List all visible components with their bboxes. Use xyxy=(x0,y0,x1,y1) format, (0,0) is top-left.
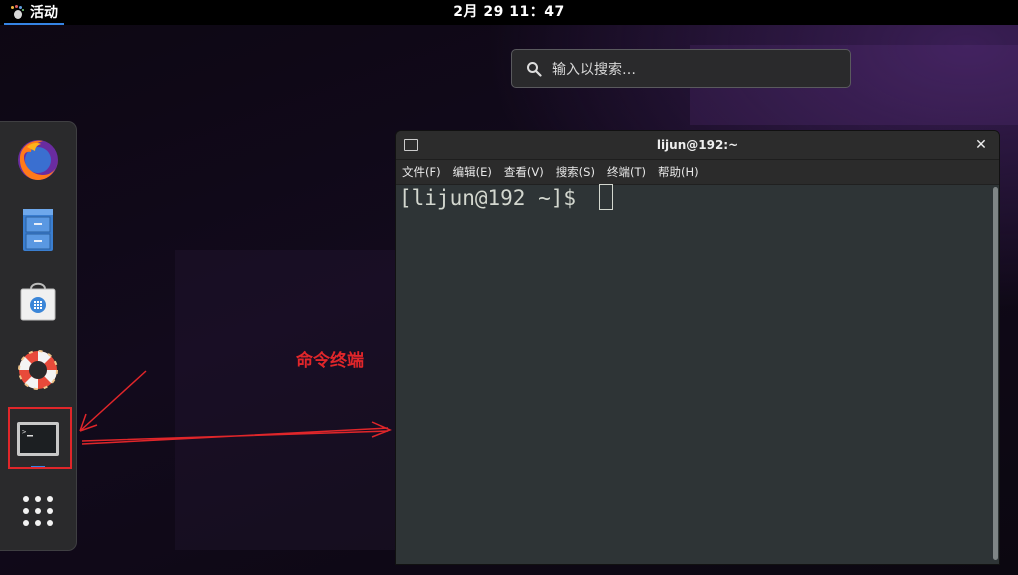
text-cursor xyxy=(598,184,613,210)
search-placeholder: 输入以搜索… xyxy=(552,61,636,78)
top-bar: 活动 2月 29 11：47 xyxy=(0,0,1018,25)
terminal-titlebar[interactable]: lijun@192:~ ✕ xyxy=(396,131,999,160)
dash: > xyxy=(0,121,77,551)
annotation-arrow-to-dash-head xyxy=(79,413,98,432)
menu-search[interactable]: 搜索(S) xyxy=(550,164,601,180)
terminal-window[interactable]: lijun@192:~ ✕ 文件(F) 编辑(E) 查看(V) 搜索(S) 终端… xyxy=(395,130,1000,565)
menu-terminal[interactable]: 终端(T) xyxy=(601,164,652,180)
terminal-scrollbar[interactable] xyxy=(993,187,998,560)
dash-item-show-applications[interactable] xyxy=(14,487,62,535)
shopping-bag-icon xyxy=(20,282,56,321)
menu-view[interactable]: 查看(V) xyxy=(498,164,550,180)
menu-help[interactable]: 帮助(H) xyxy=(652,164,705,180)
menu-edit[interactable]: 编辑(E) xyxy=(447,164,498,180)
lifebuoy-icon xyxy=(18,350,58,390)
terminal-title: lijun@192:~ xyxy=(656,138,739,152)
annotation-label: 命令终端 xyxy=(296,351,364,371)
dash-item-software[interactable] xyxy=(14,276,62,324)
firefox-icon xyxy=(18,140,58,180)
menu-file[interactable]: 文件(F) xyxy=(396,164,447,180)
search-entry[interactable]: 输入以搜索… xyxy=(511,49,851,88)
file-cabinet-icon xyxy=(23,209,53,251)
close-icon[interactable]: ✕ xyxy=(971,135,991,155)
clock[interactable]: 2月 29 11：47 xyxy=(0,0,1018,25)
annotation-highlight-box xyxy=(8,407,72,469)
search-icon xyxy=(527,61,542,77)
dash-item-files[interactable] xyxy=(14,206,62,254)
terminal-prompt: [lijun@192 ~]$ xyxy=(399,184,613,212)
dash-item-help[interactable] xyxy=(14,346,62,394)
terminal-content[interactable]: [lijun@192 ~]$ xyxy=(396,184,999,564)
app-grid-icon xyxy=(23,496,53,526)
terminal-menubar: 文件(F) 编辑(E) 查看(V) 搜索(S) 终端(T) 帮助(H) xyxy=(396,160,999,185)
prompt-text: [lijun@192 ~]$ xyxy=(399,186,589,210)
background-shape xyxy=(175,250,395,550)
dash-item-firefox[interactable] xyxy=(14,136,62,184)
annotation-arrow-to-dash xyxy=(79,370,147,432)
